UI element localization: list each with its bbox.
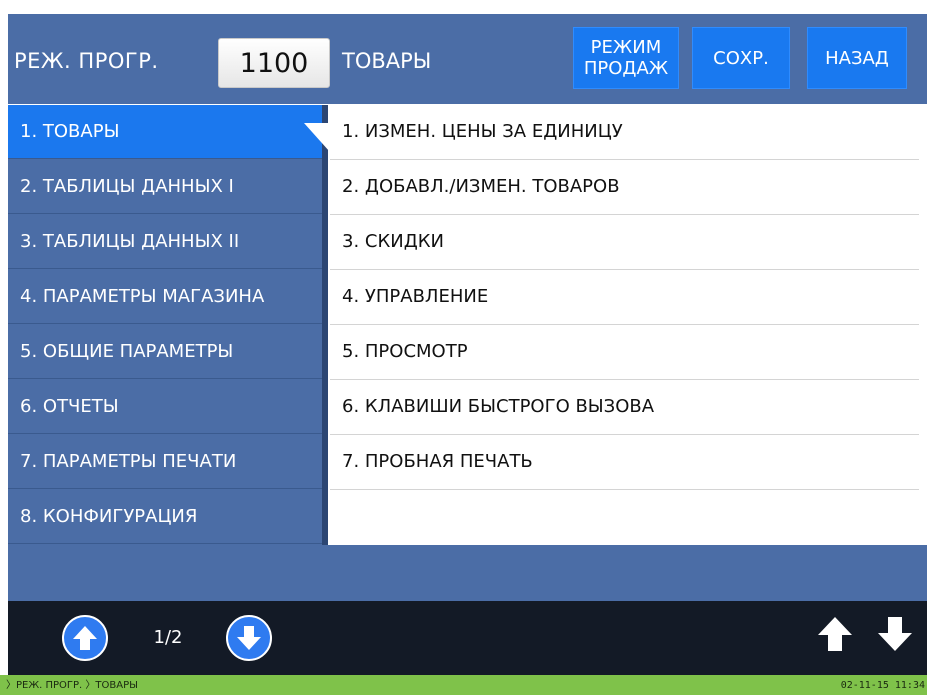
- sidebar-item-general-parameters[interactable]: 5. ОБЩИЕ ПАРАМЕТРЫ: [8, 325, 322, 379]
- submenu-list: 1. ИЗМЕН. ЦЕНЫ ЗА ЕДИНИЦУ 2. ДОБАВЛ./ИЗМ…: [330, 105, 927, 545]
- scroll-up-icon[interactable]: [816, 615, 854, 653]
- page-down-button[interactable]: [226, 615, 272, 661]
- sidebar-item-data-tables-1[interactable]: 2. ТАБЛИЦЫ ДАННЫХ I: [8, 160, 322, 214]
- list-item-test-print[interactable]: 7. ПРОБНАЯ ПЕЧАТЬ: [330, 435, 919, 490]
- sidebar-item-print-parameters[interactable]: 7. ПАРАМЕТРЫ ПЕЧАТИ: [8, 435, 322, 489]
- sidebar-item-data-tables-2[interactable]: 3. ТАБЛИЦЫ ДАННЫХ II: [8, 215, 322, 269]
- list-item-management[interactable]: 4. УПРАВЛЕНИЕ: [330, 270, 919, 325]
- sidebar-divider: [322, 105, 328, 545]
- spacer-band: [8, 545, 927, 601]
- page-up-button[interactable]: [62, 615, 108, 661]
- back-button[interactable]: НАЗАД: [807, 27, 907, 89]
- sidebar-item-configuration[interactable]: 8. КОНФИГУРАЦИЯ: [8, 490, 322, 544]
- breadcrumb: 〉РЕЖ. ПРОГР. 〉ТОВАРЫ: [6, 680, 138, 691]
- bottom-navigation: 1/2: [8, 601, 927, 675]
- status-bar: 〉РЕЖ. ПРОГР. 〉ТОВАРЫ 02-11-15 11:34: [0, 675, 927, 695]
- sidebar: 1. ТОВАРЫ 2. ТАБЛИЦЫ ДАННЫХ I 3. ТАБЛИЦЫ…: [8, 105, 338, 545]
- screen: РЕЖ. ПРОГР. 1100 ТОВАРЫ РЕЖИМ ПРОДАЖ СОХ…: [0, 0, 927, 695]
- list-item-view[interactable]: 5. ПРОСМОТР: [330, 325, 919, 380]
- sidebar-item-reports[interactable]: 6. ОТЧЕТЫ: [8, 380, 322, 434]
- list-item-add-edit-goods[interactable]: 2. ДОБАВЛ./ИЗМЕН. ТОВАРОВ: [330, 160, 919, 215]
- mode-code-field[interactable]: 1100: [218, 38, 330, 88]
- arrow-down-circle-icon: [237, 626, 261, 650]
- page-indicator: 1/2: [153, 627, 183, 648]
- list-item-discounts[interactable]: 3. СКИДКИ: [330, 215, 919, 270]
- arrow-up-circle-icon: [73, 626, 97, 650]
- sidebar-item-store-parameters[interactable]: 4. ПАРАМЕТРЫ МАГАЗИНА: [8, 270, 322, 324]
- header-bar: РЕЖ. ПРОГР. 1100 ТОВАРЫ РЕЖИМ ПРОДАЖ СОХ…: [8, 14, 927, 104]
- section-title: ТОВАРЫ: [342, 49, 432, 73]
- save-button[interactable]: СОХР.: [692, 27, 790, 89]
- mode-label: РЕЖ. ПРОГР.: [14, 49, 159, 73]
- list-item-hotkeys[interactable]: 6. КЛАВИШИ БЫСТРОГО ВЫЗОВА: [330, 380, 919, 435]
- sidebar-item-goods[interactable]: 1. ТОВАРЫ: [8, 105, 322, 159]
- sales-mode-button[interactable]: РЕЖИМ ПРОДАЖ: [573, 27, 679, 89]
- scroll-down-icon[interactable]: [876, 615, 914, 653]
- list-item-unit-price[interactable]: 1. ИЗМЕН. ЦЕНЫ ЗА ЕДИНИЦУ: [330, 105, 919, 160]
- datetime: 02-11-15 11:34: [840, 680, 925, 691]
